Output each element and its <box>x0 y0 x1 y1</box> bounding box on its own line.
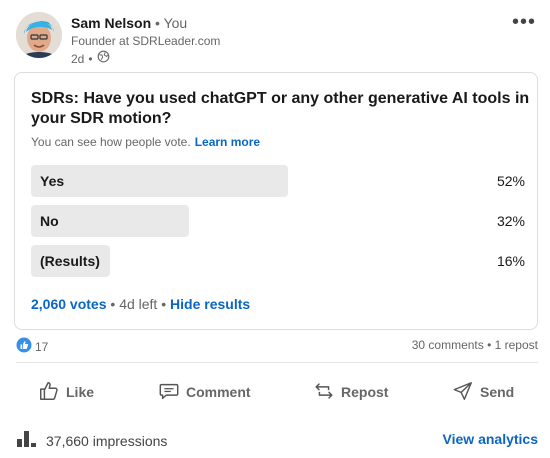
impressions-label: 37,660 impressions <box>46 432 168 449</box>
poll-footer: 2,060 votes • 4d left • Hide results <box>31 295 250 313</box>
poll-option-label: No <box>40 213 59 229</box>
comments-reposts-count[interactable]: 30 comments • 1 repost <box>412 338 538 352</box>
visibility-text: You can see how people vote. <box>31 135 191 149</box>
poll-option-label: Yes <box>40 173 65 189</box>
avatar[interactable] <box>16 12 62 58</box>
globe-icon <box>97 50 110 67</box>
send-label: Send <box>480 384 515 400</box>
like-reaction-icon <box>16 337 32 356</box>
poll-option-percent: 16% <box>496 253 525 269</box>
action-bar: Like Comment Repost Send <box>16 372 538 412</box>
post-meta: 2d • <box>71 50 220 67</box>
poll-result-bar <box>31 165 288 197</box>
poll-option-percent: 32% <box>496 213 525 229</box>
time-left: 4d left <box>119 296 158 312</box>
poll-option-percent: 52% <box>496 173 525 189</box>
poll-visibility-note: You can see how people vote. Learn more <box>31 134 260 150</box>
repost-label: Repost <box>341 384 389 400</box>
author-name-line: Sam Nelson • You <box>71 14 220 32</box>
repost-icon <box>313 380 335 405</box>
author-relation: You <box>163 15 188 31</box>
votes-link[interactable]: 2,060 votes <box>31 296 107 312</box>
dot-separator: • <box>161 296 171 312</box>
comment-icon <box>158 380 180 405</box>
poll-option-results[interactable]: (Results) 16% <box>31 245 525 277</box>
social-counts: 17 30 comments • 1 repost <box>16 337 538 355</box>
like-button[interactable]: Like <box>38 372 94 412</box>
thumbs-up-icon <box>38 380 60 405</box>
reactions[interactable]: 17 <box>16 337 48 356</box>
author-name[interactable]: Sam Nelson <box>71 15 151 31</box>
dot-separator: • <box>155 15 164 31</box>
like-label: Like <box>66 384 95 400</box>
poll-option-no[interactable]: No 32% <box>31 205 525 237</box>
dot-separator: • <box>110 296 120 312</box>
comment-label: Comment <box>186 384 251 400</box>
hide-results-link[interactable]: Hide results <box>170 296 250 312</box>
poll-option-yes[interactable]: Yes 52% <box>31 165 525 197</box>
reaction-count: 17 <box>35 339 49 354</box>
comment-button[interactable]: Comment <box>158 372 251 412</box>
bar-chart-icon <box>16 430 38 451</box>
author-headline: Founder at SDRLeader.com <box>71 34 221 48</box>
divider <box>16 362 538 363</box>
impressions[interactable]: 37,660 impressions <box>16 430 167 451</box>
send-button[interactable]: Send <box>452 372 514 412</box>
send-icon <box>452 380 474 405</box>
more-icon[interactable]: ••• <box>512 12 536 32</box>
poll-option-label: (Results) <box>40 253 100 269</box>
poll-card: SDRs: Have you used chatGPT or any other… <box>14 72 538 330</box>
post-age: 2d <box>71 51 85 66</box>
learn-more-link[interactable]: Learn more <box>195 135 260 149</box>
repost-button[interactable]: Repost <box>313 372 388 412</box>
impressions-row: 37,660 impressions View analytics <box>16 428 538 450</box>
dot-separator: • <box>88 51 93 66</box>
view-analytics-link[interactable]: View analytics <box>443 431 538 447</box>
post-header: Sam Nelson • You Founder at SDRLeader.co… <box>16 12 546 68</box>
poll-question: SDRs: Have you used chatGPT or any other… <box>31 90 530 127</box>
author-block: Sam Nelson • You Founder at SDRLeader.co… <box>71 14 220 67</box>
